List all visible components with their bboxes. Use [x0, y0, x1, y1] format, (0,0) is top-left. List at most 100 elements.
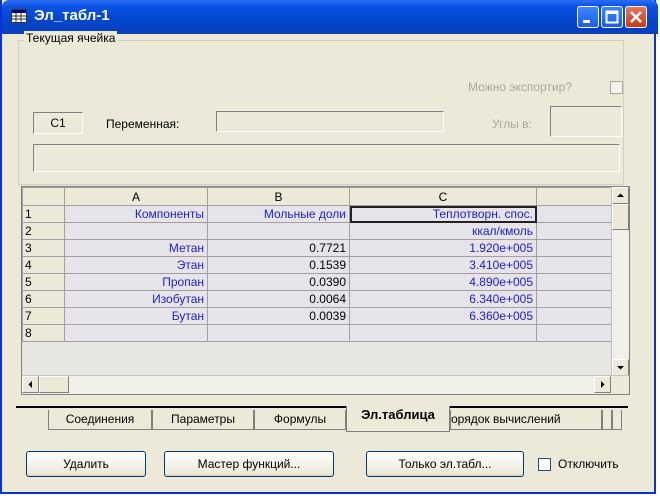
row-header[interactable]: 7 — [22, 307, 65, 325]
grid-corner-cell[interactable] — [22, 187, 65, 206]
scroll-corner — [611, 376, 629, 394]
cell-c[interactable]: ккал/кмоль — [349, 222, 537, 240]
delete-button[interactable]: Удалить — [26, 451, 146, 477]
cell-b[interactable]: Мольные доли — [207, 205, 350, 223]
angles-input[interactable] — [550, 106, 622, 137]
cell-d[interactable] — [536, 307, 615, 325]
tab-overflow-edge-2 — [612, 410, 622, 430]
cell-c[interactable]: Теплотворн. спос. — [349, 205, 537, 223]
cell-b[interactable] — [207, 324, 350, 342]
vertical-scroll-thumb[interactable] — [612, 204, 629, 230]
disable-label: Отключить — [558, 457, 619, 471]
cell-a[interactable]: Бутан — [64, 307, 208, 325]
grid-header-row: ABC — [22, 187, 615, 206]
table-only-label: Только эл.табл... — [398, 457, 492, 471]
table-row: 7 Бутан 0.0039 6.360e+005 — [22, 307, 615, 325]
title-bar[interactable]: Эл_табл-1 — [2, 0, 658, 34]
arrow-down-icon — [617, 366, 624, 370]
tab-calculation-order[interactable]: орядок вычислений — [450, 410, 602, 430]
row-header[interactable]: 3 — [22, 239, 65, 257]
cell-d[interactable] — [536, 222, 615, 240]
cell-d[interactable] — [536, 239, 615, 257]
cell-b[interactable]: 0.0390 — [207, 273, 350, 291]
cell-c[interactable]: 3.410e+005 — [349, 256, 537, 274]
cell-b[interactable]: 0.7721 — [207, 239, 350, 257]
cell-a[interactable]: Пропан — [64, 273, 208, 291]
tab-connections[interactable]: Соединения — [48, 410, 152, 430]
tab-spreadsheet[interactable]: Эл.таблица — [346, 406, 450, 432]
column-header[interactable] — [536, 187, 615, 206]
arrow-left-icon — [28, 381, 32, 388]
cell-a[interactable]: Изобутан — [64, 290, 208, 308]
table-row: 3 Метан 0.7721 1.920e+005 — [22, 239, 615, 257]
formula-input[interactable] — [33, 144, 620, 172]
row-header[interactable]: 1 — [22, 205, 65, 223]
cell-d[interactable] — [536, 290, 615, 308]
cell-b[interactable]: 0.0039 — [207, 307, 350, 325]
minimize-button[interactable] — [577, 6, 599, 28]
scroll-down-button[interactable] — [612, 359, 629, 376]
scroll-up-button[interactable] — [612, 187, 629, 204]
scroll-right-button[interactable] — [594, 376, 611, 393]
cell-c[interactable] — [349, 324, 537, 342]
tab-overflow-edge — [602, 410, 612, 430]
grid-table: A B C 1 Компоненты Мольные доли Теплотворн. сп… — [22, 187, 615, 342]
table-row: 6 Изобутан 0.0064 6.340e+005 — [22, 290, 615, 308]
cell-b[interactable] — [207, 222, 350, 240]
column-header[interactable]: B — [207, 187, 350, 206]
column-header[interactable]: A — [64, 187, 208, 206]
function-wizard-button[interactable]: Мастер функций... — [164, 451, 334, 477]
tab-formulas[interactable]: Формулы — [254, 410, 346, 430]
cell-a[interactable]: Компоненты — [64, 205, 208, 223]
cell-d[interactable] — [536, 273, 615, 291]
row-header[interactable]: 2 — [22, 222, 65, 240]
table-row: 5 Пропан 0.0390 4.890e+005 — [22, 273, 615, 291]
spreadsheet-window: Эл_табл-1 Текущая ячейка Можно экспортир… — [0, 0, 658, 494]
angles-label: Углы в: — [492, 117, 532, 131]
arrow-up-icon — [617, 193, 624, 197]
cell-c[interactable]: 1.920e+005 — [349, 239, 537, 257]
maximize-button[interactable] — [601, 6, 623, 28]
cell-c[interactable]: 6.340e+005 — [349, 290, 537, 308]
arrow-right-icon — [601, 381, 605, 388]
horizontal-scroll-thumb[interactable] — [39, 376, 69, 393]
horizontal-scrollbar[interactable] — [22, 375, 629, 394]
window-title: Эл_табл-1 — [34, 7, 110, 24]
export-label: Можно экспортир? — [468, 80, 572, 94]
cell-c[interactable]: 4.890e+005 — [349, 273, 537, 291]
variable-label: Переменная: — [106, 117, 180, 131]
cell-d[interactable] — [536, 324, 615, 342]
vertical-scrollbar[interactable] — [611, 187, 629, 377]
table-row: 8 — [22, 324, 615, 342]
scroll-left-button[interactable] — [22, 376, 39, 393]
cell-c[interactable]: 6.360e+005 — [349, 307, 537, 325]
cell-d[interactable] — [536, 256, 615, 274]
tab-parameters[interactable]: Параметры — [152, 410, 254, 430]
delete-button-label: Удалить — [63, 457, 109, 471]
tab-strip: Соединения Параметры Формулы Эл.таблица … — [16, 406, 642, 432]
close-icon — [630, 11, 642, 23]
close-button[interactable] — [625, 6, 647, 28]
cell-a[interactable] — [64, 324, 208, 342]
spreadsheet-grid[interactable]: A B C 1 Компоненты Мольные доли Теплотворн. сп… — [21, 186, 630, 395]
row-header[interactable]: 5 — [22, 273, 65, 291]
variable-input[interactable] — [216, 111, 444, 132]
column-header[interactable]: C — [349, 187, 537, 206]
row-header[interactable]: 4 — [22, 256, 65, 274]
minimize-icon — [583, 20, 590, 23]
table-row: 2 ккал/кмоль — [22, 222, 615, 240]
cell-a[interactable]: Метан — [64, 239, 208, 257]
row-header[interactable]: 8 — [22, 324, 65, 342]
cell-d[interactable] — [536, 205, 615, 223]
table-row: 4 Этан 0.1539 3.410e+005 — [22, 256, 615, 274]
function-wizard-label: Мастер функций... — [197, 457, 301, 471]
cell-a[interactable] — [64, 222, 208, 240]
cell-a[interactable]: Этан — [64, 256, 208, 274]
cell-b[interactable]: 0.0064 — [207, 290, 350, 308]
table-only-button[interactable]: Только эл.табл... — [366, 451, 524, 477]
row-header[interactable]: 6 — [22, 290, 65, 308]
export-checkbox[interactable] — [610, 81, 623, 94]
disable-checkbox[interactable] — [538, 458, 551, 471]
cell-b[interactable]: 0.1539 — [207, 256, 350, 274]
current-cell-legend: Текущая ячейка — [24, 31, 118, 45]
